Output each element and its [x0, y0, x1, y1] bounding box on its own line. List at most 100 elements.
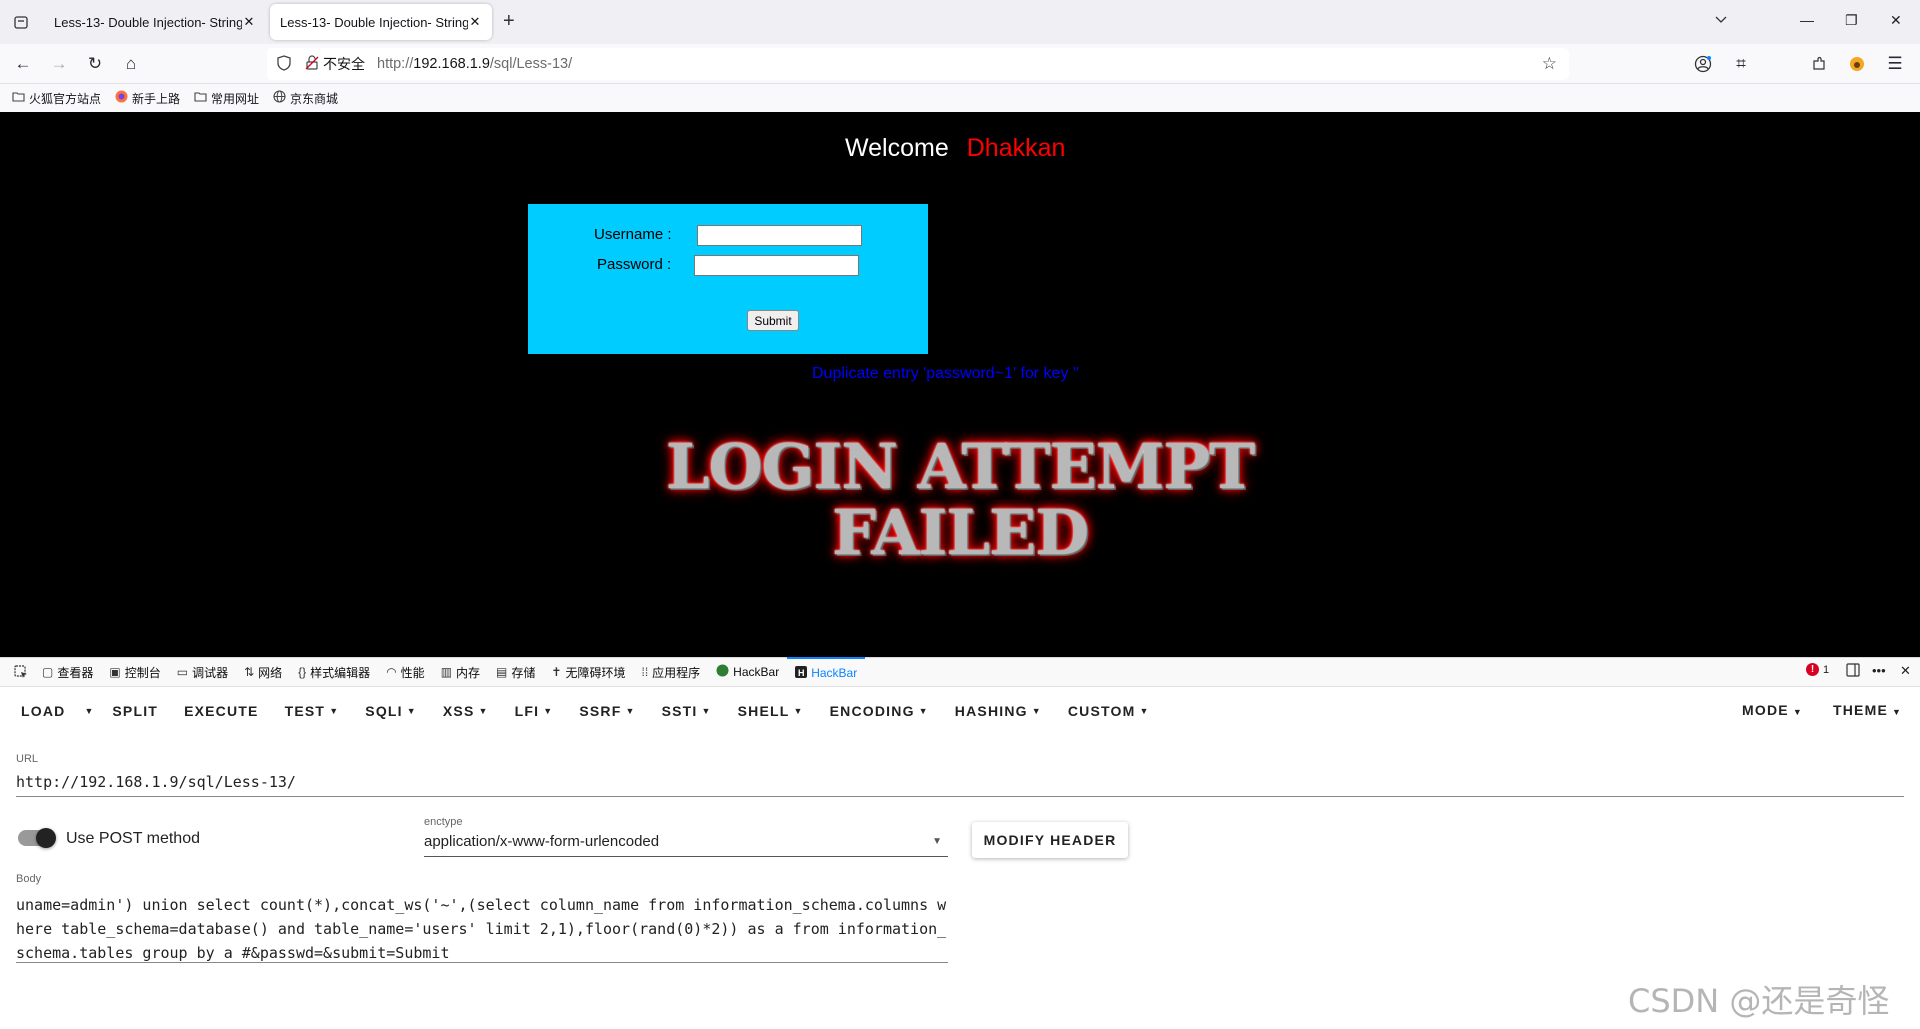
menu-label: THEME [1833, 702, 1888, 718]
address-bar[interactable]: 不安全 http://192.168.1.9/sql/Less-13/ ☆ [267, 48, 1569, 80]
hackbar-green-icon [716, 664, 729, 680]
devtools-tab-label: HackBar [733, 665, 780, 679]
enctype-select[interactable]: application/x-www-form-urlencoded ▼ [424, 833, 948, 857]
browser-tab-2[interactable]: Less-13- Double Injection- String ✕ [270, 4, 492, 40]
submit-button[interactable]: Submit [747, 310, 799, 331]
ssti-menu[interactable]: SSTI ▼ [649, 703, 725, 719]
caret-down-icon: ▼ [1892, 707, 1903, 717]
devtools-tab-style-editor[interactable]: {} 样式编辑器 [290, 657, 378, 687]
restore-icon[interactable]: ❐ [1845, 12, 1858, 29]
window-close-icon[interactable]: ✕ [1890, 12, 1902, 29]
devtools-tab-hackbar-2[interactable]: H HackBar [787, 657, 866, 687]
lfi-menu[interactable]: LFI ▼ [502, 703, 567, 719]
welcome-username: Dhakkan [966, 134, 1066, 162]
performance-icon: ◠ [386, 665, 397, 679]
home-icon[interactable]: ⌂ [120, 53, 142, 75]
close-icon[interactable]: ✕ [242, 14, 256, 30]
forward-icon[interactable]: → [48, 53, 70, 75]
caret-down-icon: ▼ [1792, 707, 1803, 717]
devtools-tab-label: 样式编辑器 [310, 665, 371, 680]
test-menu[interactable]: TEST ▼ [272, 703, 353, 719]
theme-menu[interactable]: THEME ▼ [1833, 702, 1902, 718]
bookmark-star-icon[interactable]: ☆ [1542, 54, 1557, 74]
web-page: Welcome Dhakkan Username : Password : Sub… [0, 112, 1920, 657]
network-icon: ⇅ [244, 665, 255, 679]
extension-fox-icon[interactable] [1846, 53, 1868, 75]
back-icon[interactable]: ← [12, 53, 34, 75]
close-icon[interactable]: ✕ [468, 14, 482, 30]
menu-label: XSS [442, 703, 475, 719]
dock-side-icon[interactable] [1846, 663, 1860, 677]
caret-down-icon: ▼ [918, 706, 929, 716]
memory-icon: ▥ [440, 665, 453, 679]
shield-icon[interactable] [277, 54, 295, 74]
url-input[interactable]: http://192.168.1.9/sql/Less-13/ [16, 773, 1904, 797]
body-textarea[interactable]: uname=admin') union select count(*),conc… [16, 893, 948, 963]
devtools-tab-memory[interactable]: ▥ 内存 [433, 657, 488, 687]
devtools-tab-debugger[interactable]: ▭ 调试器 [169, 657, 236, 687]
sqli-menu[interactable]: SQLI ▼ [352, 703, 430, 719]
bookmark-item[interactable]: 新手上路 [115, 90, 180, 107]
account-icon[interactable] [1692, 53, 1714, 75]
bookmark-item[interactable]: 常用网址 [194, 90, 259, 107]
custom-menu[interactable]: CUSTOM ▼ [1055, 703, 1163, 719]
crop-icon[interactable]: ⌗ [1730, 53, 1752, 75]
shell-menu[interactable]: SHELL ▼ [725, 703, 817, 719]
hashing-menu[interactable]: HASHING ▼ [942, 703, 1055, 719]
encoding-menu[interactable]: ENCODING ▼ [817, 703, 942, 719]
minimize-icon[interactable]: — [1800, 12, 1814, 28]
load-button[interactable]: LOAD [8, 703, 78, 719]
ssrf-menu[interactable]: SSRF ▼ [566, 703, 648, 719]
devtools-close-icon[interactable]: ✕ [1900, 663, 1911, 679]
bookmark-item[interactable]: 京东商城 [273, 90, 338, 107]
devtools-tab-label: 无障碍环境 [565, 665, 626, 680]
application-icon: ⁞⁞ [641, 665, 649, 679]
load-dropdown-icon[interactable]: ▼ [78, 706, 99, 716]
more-options-icon[interactable]: ••• [1872, 663, 1886, 678]
welcome-text: Welcome [845, 134, 949, 162]
devtools-tab-accessibility[interactable]: ✝ 无障碍环境 [543, 657, 633, 687]
post-method-toggle[interactable] [18, 828, 56, 848]
devtools-tab-inspector[interactable]: ▢ 查看器 [34, 657, 101, 687]
element-picker-icon[interactable] [8, 657, 34, 687]
url-text[interactable]: http://192.168.1.9/sql/Less-13/ [377, 56, 572, 72]
modify-header-button[interactable]: MODIFY HEADER [972, 822, 1128, 858]
split-button[interactable]: SPLIT [99, 703, 171, 719]
devtools-tab-hackbar-1[interactable]: HackBar [708, 657, 787, 687]
mode-menu[interactable]: MODE ▼ [1742, 702, 1803, 718]
execute-button[interactable]: EXECUTE [171, 703, 272, 719]
devtools-tab-label: 控制台 [124, 665, 161, 680]
devtools-tab-storage[interactable]: ▤ 存储 [488, 657, 543, 687]
chevron-down-icon[interactable] [1714, 12, 1728, 29]
caret-down-icon: ▼ [701, 706, 712, 716]
password-label: Password : [597, 256, 672, 273]
browser-tab-1[interactable]: Less-13- Double Injection- String ✕ [44, 4, 266, 40]
tab-title: Less-13- Double Injection- String [54, 14, 242, 30]
menu-label: SHELL [737, 703, 790, 719]
tab-title: Less-13- Double Injection- String [280, 14, 468, 30]
tab-list-icon[interactable] [10, 11, 32, 33]
reload-icon[interactable]: ↻ [84, 53, 106, 75]
caret-down-icon: ▼ [329, 706, 340, 716]
insecure-indicator[interactable]: 不安全 [305, 54, 365, 74]
caret-down-icon: ▼ [478, 706, 489, 716]
username-input[interactable] [697, 225, 862, 246]
new-tab-icon[interactable]: + [503, 11, 515, 31]
xss-menu[interactable]: XSS ▼ [430, 703, 502, 719]
bookmark-item[interactable]: 火狐官方站点 [12, 90, 101, 107]
caret-down-icon: ▼ [1139, 706, 1150, 716]
bookmark-label: 火狐官方站点 [29, 91, 102, 106]
devtools-tab-performance[interactable]: ◠ 性能 [378, 657, 433, 687]
menu-label: CUSTOM [1067, 703, 1136, 719]
extensions-icon[interactable] [1808, 53, 1830, 75]
menu-label: LFI [514, 703, 540, 719]
devtools-tab-label: 存储 [511, 665, 536, 680]
post-method-label: Use POST method [66, 830, 200, 847]
devtools-tab-console[interactable]: ▣ 控制台 [101, 657, 168, 687]
globe-icon [273, 90, 286, 106]
devtools-tab-application[interactable]: ⁞⁞ 应用程序 [633, 657, 708, 687]
menu-icon[interactable]: ☰ [1884, 53, 1906, 75]
error-counter[interactable]: ! 1 [1806, 663, 1829, 676]
password-input[interactable] [694, 255, 859, 276]
devtools-tab-network[interactable]: ⇅ 网络 [236, 657, 290, 687]
